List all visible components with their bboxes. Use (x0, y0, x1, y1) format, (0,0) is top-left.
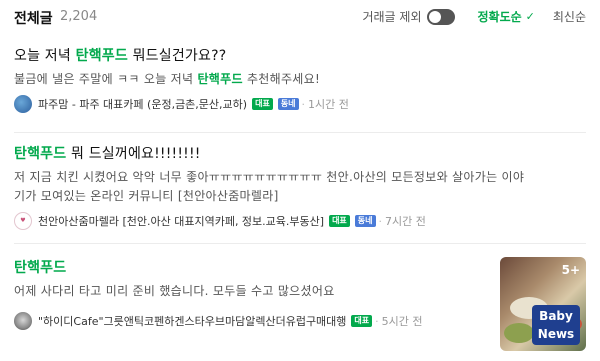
babynews-logo: Baby News (532, 305, 580, 345)
sort-latest-option[interactable]: 최신순 (553, 8, 586, 25)
cafe-avatar[interactable]: ♥ (14, 212, 32, 230)
sort-accuracy-option[interactable]: 정확도순 (477, 8, 521, 25)
excerpt-text: 불금에 낼은 주말에 ㅋㅋ 오늘 저녁 (14, 72, 198, 86)
food-plate (504, 323, 534, 343)
local-badge: 동네 (277, 98, 299, 110)
cafe-name[interactable]: 파주맘 - 파주 대표카페 (운정,금촌,문산,교하) (38, 96, 247, 112)
post-count: 2,204 (60, 9, 98, 24)
exclude-trade-label: 거래글 제외 (362, 10, 422, 24)
excerpt-line: 저 지금 치킨 시켰어요 악악 너무 좋아ㅠㅠㅠㅠㅠㅠㅠㅠㅠㅠ 천안.아산의 모… (14, 170, 525, 184)
cafe-avatar[interactable] (14, 95, 32, 113)
cafe-avatar[interactable] (14, 312, 32, 330)
title-highlight: 탄핵푸드 (14, 260, 67, 276)
all-posts-title: 전체글 (14, 11, 53, 27)
post-meta: ♥ 천안아산줌마렐라 [천안.아산 대표지역카페, 정보.교육.부동산] 대표 … (14, 212, 586, 230)
check-icon: ✓ (525, 10, 535, 23)
title-highlight: 탄핵푸드 (14, 146, 67, 162)
post-title[interactable]: 탄핵푸드 (14, 259, 484, 277)
sort-controls: 거래글 제외 정확도순 ✓ 최신순 (362, 8, 586, 25)
list-item: 오늘 저녁 탄핵푸드 뭐드실건가요?? 불금에 낼은 주말에 ㅋㅋ 오늘 저녁 … (14, 47, 586, 113)
post-thumbnail[interactable]: 5+ Baby News (500, 257, 586, 351)
title-text: 뭐 드실꺼에요!!!!!!!! (66, 146, 201, 162)
image-count: 5+ (561, 263, 580, 277)
separator-dot: · (375, 314, 379, 328)
toggle-knob (429, 10, 442, 23)
post-excerpt: 저 지금 치킨 시켰어요 악악 너무 좋아ㅠㅠㅠㅠㅠㅠㅠㅠㅠㅠ 천안.아산의 모… (14, 168, 586, 206)
exclude-trade-toggle[interactable] (427, 8, 456, 25)
title-highlight: 탄핵푸드 (75, 48, 128, 64)
excerpt-line: 기가 모여있는 온라인 커뮤니티 [천안아산줌마렐라] (14, 189, 279, 203)
post-title[interactable]: 오늘 저녁 탄핵푸드 뭐드실건가요?? (14, 47, 586, 65)
post-time: 7시간 전 (385, 215, 426, 228)
post-time: 1시간 전 (308, 98, 349, 111)
post-title[interactable]: 탄핵푸드 뭐 드실꺼에요!!!!!!!! (14, 145, 586, 163)
logo-line: Baby (539, 309, 573, 323)
logo-line: News (537, 327, 575, 341)
post-meta: "하이디Cafe"그릇앤틱코펜하겐스타우브마담알렉산더유럽구매대행 대표 · 5… (14, 312, 484, 330)
excerpt-text: 추천해주세요! (242, 72, 321, 86)
cafe-name[interactable]: 천안아산줌마렐라 [천안.아산 대표지역카페, 정보.교육.부동산] (38, 213, 324, 229)
divider (14, 132, 586, 133)
representative-badge: 대표 (351, 315, 373, 327)
list-item: 탄핵푸드 어제 사다리 타고 미리 준비 했습니다. 모두들 수고 많으셨어요 … (14, 259, 484, 330)
excerpt-highlight: 탄핵푸드 (197, 72, 243, 86)
cafe-name[interactable]: "하이디Cafe"그릇앤틱코펜하겐스타우브마담알렉산더유럽구매대행 (38, 313, 346, 329)
representative-badge: 대표 (252, 98, 273, 110)
separator-dot: · (301, 97, 306, 111)
post-excerpt: 어제 사다리 타고 미리 준비 했습니다. 모두들 수고 많으셨어요 (14, 284, 335, 298)
post-time: 5시간 전 (381, 315, 423, 328)
list-item: 탄핵푸드 뭐 드실꺼에요!!!!!!!! 저 지금 치킨 시켰어요 악악 너무 … (14, 145, 586, 230)
post-meta: 파주맘 - 파주 대표카페 (운정,금촌,문산,교하) 대표 동네 · 1시간 … (14, 95, 586, 113)
divider (14, 243, 586, 244)
separator-dot: · (378, 214, 383, 228)
representative-badge: 대표 (329, 215, 350, 227)
title-text: 오늘 저녁 (14, 48, 76, 64)
title-text: 뭐드실건가요?? (127, 48, 227, 64)
local-badge: 동네 (354, 215, 376, 227)
post-excerpt: 불금에 낼은 주말에 ㅋㅋ 오늘 저녁 탄핵푸드 추천해주세요! (14, 70, 586, 89)
results-header: 전체글 2,204 거래글 제외 정확도순 ✓ 최신순 (14, 0, 586, 36)
